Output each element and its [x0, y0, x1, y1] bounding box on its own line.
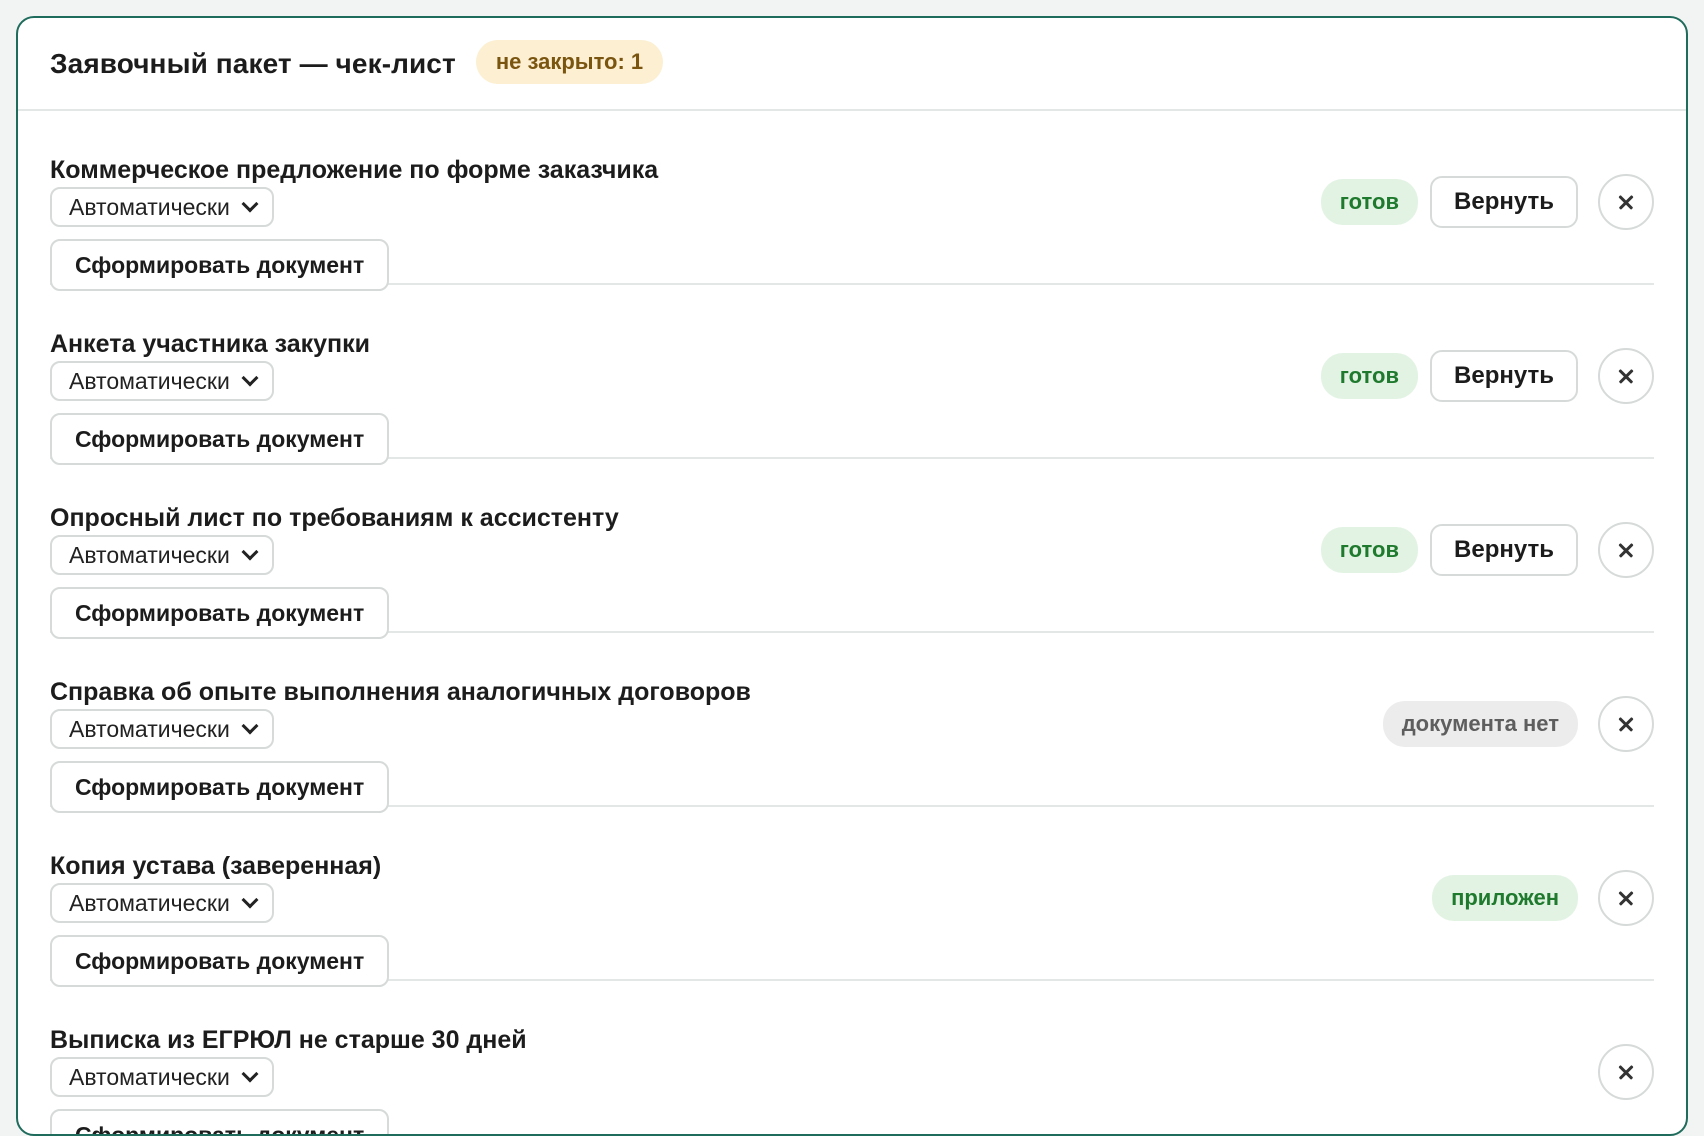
checklist-items: Коммерческое предложение по форме заказч…	[18, 111, 1686, 1134]
item-actions: документа нет	[1382, 633, 1654, 805]
item-title: Опросный лист по требованиям к ассистент…	[50, 504, 619, 532]
mode-select-value: Автоматически	[69, 715, 230, 742]
mode-select[interactable]: Автоматически	[50, 535, 274, 575]
mode-select[interactable]: Автоматически	[50, 361, 274, 401]
status-badge: готов	[1320, 353, 1419, 399]
status-badge: приложен	[1432, 875, 1578, 921]
checklist-item: Выписка из ЕГРЮЛ не старше 30 дней Автом…	[50, 981, 1654, 1134]
item-actions: готов Вернуть	[1320, 459, 1654, 631]
mode-select-value: Автоматически	[69, 193, 230, 220]
remove-item-button[interactable]	[1598, 696, 1654, 752]
status-badge: готов	[1320, 179, 1419, 225]
chevron-down-icon	[241, 891, 259, 909]
remove-item-button[interactable]	[1598, 174, 1654, 230]
remove-item-button[interactable]	[1598, 870, 1654, 926]
checklist-item: Коммерческое предложение по форме заказч…	[50, 111, 1654, 291]
item-title: Справка об опыте выполнения аналогичных …	[50, 678, 751, 706]
return-button[interactable]: Вернуть	[1430, 350, 1578, 402]
generate-document-button[interactable]: Сформировать документ	[50, 1109, 390, 1134]
item-actions: готов Вернуть	[1320, 285, 1654, 457]
mode-select[interactable]: Автоматически	[50, 187, 274, 227]
checklist-item: Справка об опыте выполнения аналогичных …	[50, 633, 1654, 813]
generate-document-button[interactable]: Сформировать документ	[50, 587, 390, 639]
chevron-down-icon	[241, 543, 259, 561]
mode-select[interactable]: Автоматически	[50, 1057, 274, 1097]
return-button[interactable]: Вернуть	[1430, 176, 1578, 228]
chevron-down-icon	[241, 717, 259, 735]
checklist-item: Анкета участника закупки Автоматически С…	[50, 285, 1654, 465]
checklist-item: Опросный лист по требованиям к ассистент…	[50, 459, 1654, 639]
page-title: Заявочный пакет — чек-лист	[50, 47, 456, 79]
item-actions	[1590, 981, 1654, 1134]
mode-select-value: Автоматически	[69, 1063, 230, 1090]
status-badge: документа нет	[1382, 701, 1578, 747]
remove-item-button[interactable]	[1598, 1044, 1654, 1100]
item-title: Выписка из ЕГРЮЛ не старше 30 дней	[50, 1026, 527, 1054]
panel-header: Заявочный пакет — чек-лист не закрыто: 1	[18, 18, 1686, 111]
chevron-down-icon	[241, 369, 259, 387]
remove-item-button[interactable]	[1598, 348, 1654, 404]
pending-badge: не закрыто: 1	[475, 39, 664, 84]
chevron-down-icon	[241, 1065, 259, 1083]
item-title: Копия устава (заверенная)	[50, 852, 382, 880]
remove-item-button[interactable]	[1598, 522, 1654, 578]
item-title: Коммерческое предложение по форме заказч…	[50, 156, 659, 184]
checklist-panel: Заявочный пакет — чек-лист не закрыто: 1…	[16, 16, 1688, 1136]
checklist-item: Копия устава (заверенная) Автоматически …	[50, 807, 1654, 987]
item-actions: приложен	[1432, 807, 1654, 979]
mode-select-value: Автоматически	[69, 889, 230, 916]
chevron-down-icon	[241, 195, 259, 213]
item-actions: готов Вернуть	[1320, 111, 1654, 283]
return-button[interactable]: Вернуть	[1430, 524, 1578, 576]
mode-select-value: Автоматически	[69, 541, 230, 568]
mode-select[interactable]: Автоматически	[50, 883, 274, 923]
generate-document-button[interactable]: Сформировать документ	[50, 413, 390, 465]
mode-select-value: Автоматически	[69, 367, 230, 394]
generate-document-button[interactable]: Сформировать документ	[50, 935, 390, 987]
status-badge: готов	[1320, 527, 1419, 573]
item-title: Анкета участника закупки	[50, 330, 371, 358]
generate-document-button[interactable]: Сформировать документ	[50, 239, 390, 291]
mode-select[interactable]: Автоматически	[50, 709, 274, 749]
generate-document-button[interactable]: Сформировать документ	[50, 761, 390, 813]
